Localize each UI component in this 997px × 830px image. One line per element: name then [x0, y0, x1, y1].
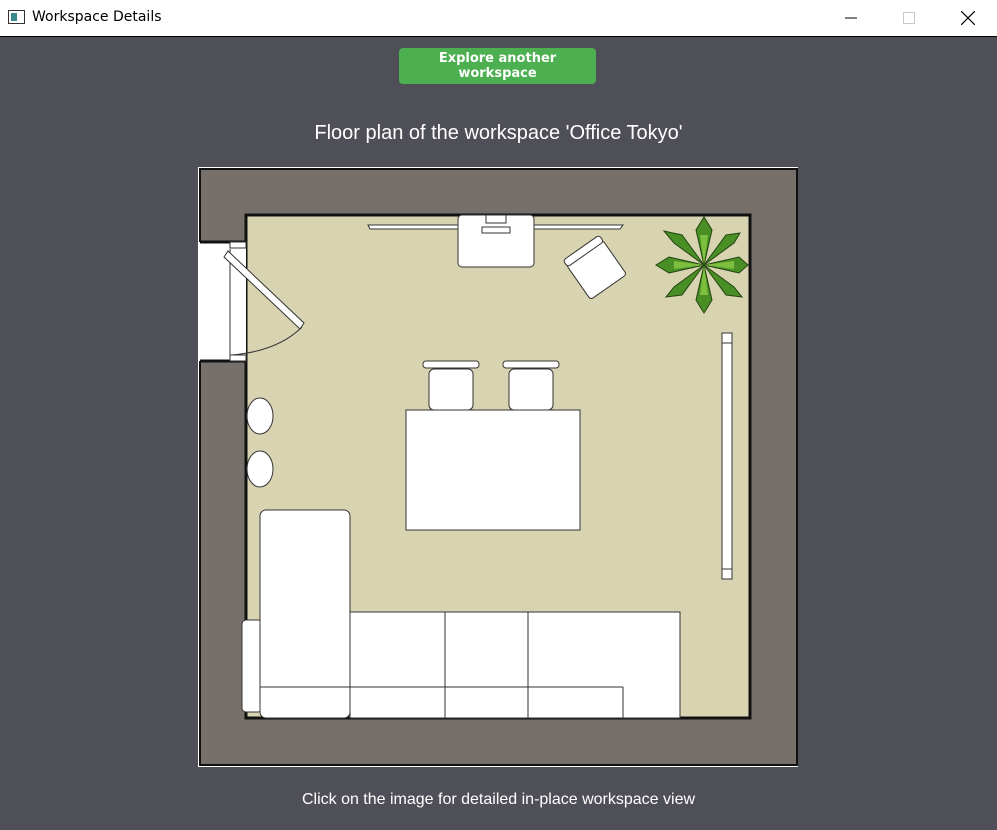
meeting-table	[405, 409, 581, 531]
door-jamb-top	[229, 241, 247, 249]
close-button[interactable]	[939, 0, 997, 36]
stool-1	[246, 397, 274, 435]
title-bar: Workspace Details	[0, 0, 997, 37]
maximize-button[interactable]	[880, 0, 938, 36]
door-opening	[199, 242, 246, 361]
stool-2	[246, 450, 274, 488]
app-window-icon	[8, 10, 25, 24]
close-icon	[961, 11, 975, 25]
floorplan-title: Floor plan of the workspace 'Office Toky…	[314, 122, 683, 144]
minimize-icon	[845, 17, 857, 19]
floorplan-image[interactable]	[198, 167, 798, 767]
door-jamb-bottom	[229, 354, 247, 362]
wall-shelf	[721, 332, 733, 580]
minimize-button[interactable]	[822, 0, 880, 36]
floorplan-caption: Click on the image for detailed in-place…	[301, 791, 696, 808]
chair-right	[502, 360, 560, 411]
explore-workspace-button[interactable]: Explore another workspace	[399, 48, 596, 84]
window-title: Workspace Details	[32, 9, 162, 25]
chair-left	[422, 360, 480, 411]
maximize-icon	[903, 12, 915, 24]
